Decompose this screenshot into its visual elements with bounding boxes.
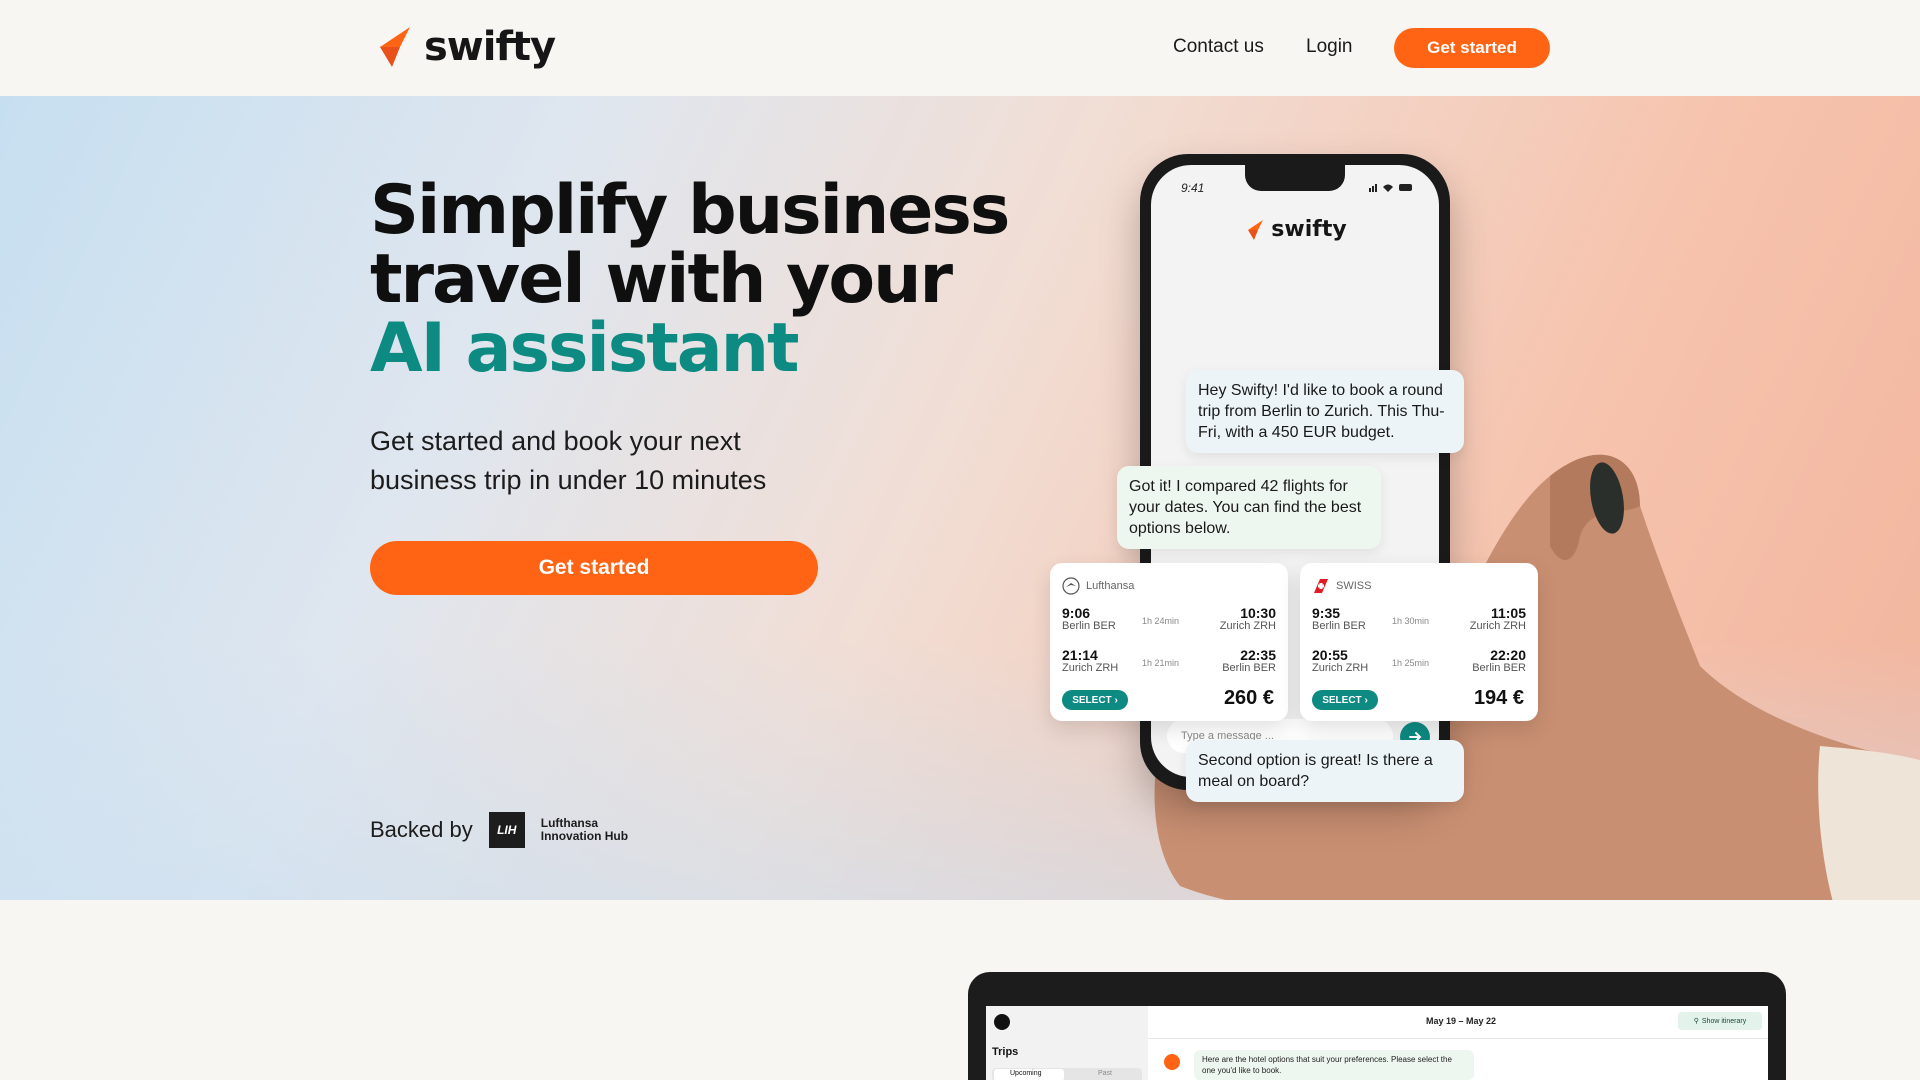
brand-name: swifty [424, 24, 556, 70]
flight-leg-outbound: 9:35 Berlin BER 1h 30min 11:05 Zurich ZR… [1312, 605, 1526, 635]
phone-time: 9:41 [1181, 181, 1205, 195]
hero-subtitle: Get started and book your next business … [370, 426, 767, 495]
trips-heading: Trips [992, 1046, 1019, 1058]
flight-duration: 1h 24min [1142, 616, 1180, 626]
select-flight-button[interactable]: SELECT › [1312, 690, 1378, 710]
select-flight-button[interactable]: SELECT › [1062, 690, 1128, 710]
arrival-time: 22:35 [1240, 647, 1276, 663]
backed-by: Backed by LIH Lufthansa Innovation Hub [370, 812, 628, 848]
flight-option-card[interactable]: SWISS 9:35 Berlin BER 1h 30min 11:05 Zur… [1300, 563, 1538, 721]
swiss-flag-icon [1314, 579, 1328, 593]
select-label: SELECT [1072, 694, 1112, 706]
departure-airport: Zurich ZRH [1312, 662, 1369, 674]
swifty-logo-icon [1248, 219, 1264, 240]
flight-leg-return: 20:55 Zurich ZRH 1h 25min 22:20 Berlin B… [1312, 647, 1526, 677]
backer-name-line-2: Innovation Hub [540, 829, 629, 843]
hero-title: Simplify business travel with your AI as… [370, 171, 1010, 388]
airline-label: Lufthansa [1062, 577, 1134, 595]
tab-past[interactable]: Past [1098, 1070, 1112, 1077]
laptop-screen: Trips Upcoming Past May 19 – May 22 ⚲ Sh… [986, 1006, 1768, 1080]
laptop-mockup: Trips Upcoming Past May 19 – May 22 ⚲ Sh… [968, 972, 1786, 1080]
chat-message-assistant: Here are the hotel options that suit you… [1194, 1050, 1474, 1080]
chat-message-assistant: Got it! I compared 42 flights for your d… [1117, 466, 1381, 549]
airline-name: SWISS [1336, 580, 1372, 592]
departure-time: 20:55 [1312, 647, 1348, 663]
backed-by-label: Backed by [370, 817, 473, 842]
chat-message-user: Hey Swifty! I'd like to book a round tri… [1186, 370, 1464, 453]
show-itinerary-button[interactable]: ⚲ Show itinerary [1678, 1012, 1762, 1030]
phone-app-logo: swifty [1151, 217, 1439, 242]
lufthansa-crane-icon [1062, 577, 1080, 595]
nav-login-link[interactable]: Login [1306, 36, 1353, 58]
flight-leg-outbound: 9:06 Berlin BER 1h 24min 10:30 Zurich ZR… [1062, 605, 1276, 635]
map-pin-icon: ⚲ [1693, 1018, 1699, 1025]
departure-time: 21:14 [1062, 647, 1098, 663]
flight-duration: 1h 21min [1142, 658, 1180, 668]
hero-get-started-button[interactable]: Get started [370, 541, 818, 595]
nav-get-started-button[interactable]: Get started [1394, 28, 1550, 68]
select-label: SELECT [1322, 694, 1362, 706]
phone-app-name: swifty [1271, 217, 1347, 242]
status-bar-icons [1369, 184, 1412, 192]
arrival-time: 10:30 [1240, 605, 1276, 621]
departure-time: 9:35 [1312, 605, 1341, 621]
hero-title-line-1: Simplify business [370, 171, 1010, 250]
show-itinerary-label: Show itinerary [1701, 1017, 1747, 1025]
flight-duration: 1h 25min [1392, 658, 1430, 668]
departure-airport: Berlin BER [1062, 620, 1116, 632]
trip-date-range: May 19 – May 22 [1426, 1016, 1497, 1026]
departure-airport: Zurich ZRH [1062, 662, 1119, 674]
arrival-airport: Zurich ZRH [1469, 620, 1526, 632]
phone-notch [1245, 165, 1345, 191]
trips-sidebar: Trips Upcoming Past [986, 1006, 1148, 1080]
swifty-logo-icon [994, 1014, 1010, 1030]
departure-airport: Berlin BER [1312, 620, 1366, 632]
airline-label: SWISS [1312, 577, 1371, 595]
assistant-avatar [1164, 1054, 1180, 1070]
swifty-logo-icon [380, 27, 410, 67]
tab-upcoming[interactable]: Upcoming [1010, 1070, 1042, 1077]
lufthansa-innovation-hub-logo: LIH [488, 812, 525, 848]
hero-title-accent: AI assistant [370, 309, 800, 388]
hero-title-line-2: travel with your [370, 240, 953, 319]
flight-duration: 1h 30min [1392, 616, 1430, 626]
nav-contact-link[interactable]: Contact us [1173, 36, 1264, 58]
departure-time: 9:06 [1062, 605, 1091, 621]
backer-name: Lufthansa Innovation Hub [541, 817, 628, 843]
brand-logo[interactable]: swifty [370, 24, 556, 70]
arrival-airport: Berlin BER [1472, 662, 1526, 674]
top-nav: swifty Contact us Login Get started [0, 0, 1920, 96]
flight-price: 260 € [1223, 687, 1274, 709]
airline-name: Lufthansa [1086, 580, 1135, 592]
chat-message-user: Second option is great! Is there a meal … [1186, 740, 1464, 802]
arrival-airport: Berlin BER [1222, 662, 1276, 674]
arrival-time: 22:20 [1490, 647, 1526, 663]
flight-leg-return: 21:14 Zurich ZRH 1h 21min 22:35 Berlin B… [1062, 647, 1276, 677]
flight-price: 194 € [1473, 687, 1524, 709]
hero-section: Simplify business travel with your AI as… [0, 96, 1920, 900]
flight-option-card[interactable]: Lufthansa 9:06 Berlin BER 1h 24min 10:30… [1050, 563, 1288, 721]
arrival-airport: Zurich ZRH [1219, 620, 1276, 632]
arrival-time: 11:05 [1490, 605, 1526, 621]
header-divider [1148, 1038, 1768, 1039]
